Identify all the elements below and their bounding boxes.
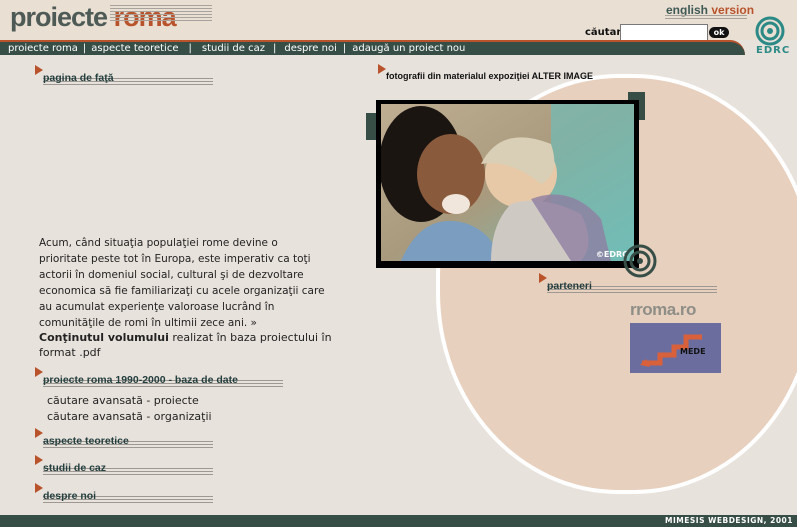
section-arrow-icon	[35, 455, 43, 465]
nav-item-despre-noi[interactable]: despre noi	[284, 43, 337, 54]
edrc-circles-icon	[623, 244, 657, 278]
exhibition-photo: ©EDRC	[381, 104, 634, 261]
footer-bar: MIMESIS WEBDESIGN, 2001	[0, 515, 797, 527]
partner-mede-logo[interactable]: MEDE	[630, 323, 721, 373]
section-arrow-icon	[35, 367, 43, 377]
main-nav: proiecte roma | aspecte teoretice | studii d…	[0, 40, 745, 55]
logo-word-1: proiecte	[10, 2, 108, 32]
section-home-title: pagina de faţă	[43, 72, 114, 84]
mother-child-photo	[381, 104, 634, 261]
intro-paragraph: Acum, când situaţia populaţiei rome devi…	[39, 237, 325, 329]
section-arrow-icon	[378, 64, 386, 74]
section-cases-title: studii de caz	[43, 462, 107, 474]
edrc-label: EDRC	[756, 45, 791, 56]
advanced-search-links: căutare avansată - proiecte căutare avan…	[47, 393, 212, 425]
exhibition-photo-frame: ©EDRC	[376, 100, 639, 268]
nav-items: proiecte roma | aspecte teoretice | studii d…	[8, 43, 465, 54]
nav-separator: |	[272, 43, 277, 54]
partner-rroma-logo[interactable]: rroma.ro	[630, 300, 696, 320]
photo-caption-text: fotografii din materialul expoziţiei ALT…	[386, 71, 594, 81]
nav-item-adauga-proiect[interactable]: adaugă un proiect nou	[352, 43, 465, 54]
nav-separator: |	[342, 43, 347, 54]
nav-separator: |	[188, 43, 192, 54]
search-input[interactable]	[620, 24, 708, 41]
section-arrow-icon	[35, 483, 43, 493]
footer-credit[interactable]: MIMESIS WEBDESIGN, 2001	[665, 516, 793, 525]
nav-item-proiecte-roma[interactable]: proiecte roma	[8, 43, 78, 54]
nav-item-studii-de-caz[interactable]: studii de caz	[202, 43, 265, 54]
section-partners-title: parteneri	[547, 280, 592, 292]
volume-bold: Conţinutul volumului	[39, 331, 169, 344]
decorative-block	[366, 113, 376, 140]
edrc-logo-icon[interactable]	[752, 16, 788, 46]
search-ok-button[interactable]: ok	[709, 27, 729, 38]
nav-item-aspecte-teoretice[interactable]: aspecte teoretice	[91, 43, 178, 54]
section-arrow-icon	[35, 428, 43, 438]
section-arrow-icon	[35, 65, 43, 75]
section-database-title: proiecte roma 1990-2000 - baza de date	[43, 374, 238, 386]
section-theory-title: aspecte teoretice	[43, 435, 129, 447]
section-about-title: despre noi	[43, 490, 97, 502]
nav-separator: |	[82, 43, 87, 54]
header: proiecte roma english version căutare ok	[0, 0, 797, 41]
search-orgs-link[interactable]: căutare avansată - organizaţii	[47, 409, 212, 425]
english-stripes	[665, 15, 747, 21]
logo-stripes	[110, 5, 212, 21]
section-arrow-icon	[539, 273, 547, 283]
mede-logo-icon	[640, 334, 702, 367]
mede-label: MEDE	[680, 347, 706, 356]
volume-download-link[interactable]: Conţinutul volumului realizat în baza pr…	[39, 330, 339, 360]
search-projects-link[interactable]: căutare avansată - proiecte	[47, 393, 212, 409]
